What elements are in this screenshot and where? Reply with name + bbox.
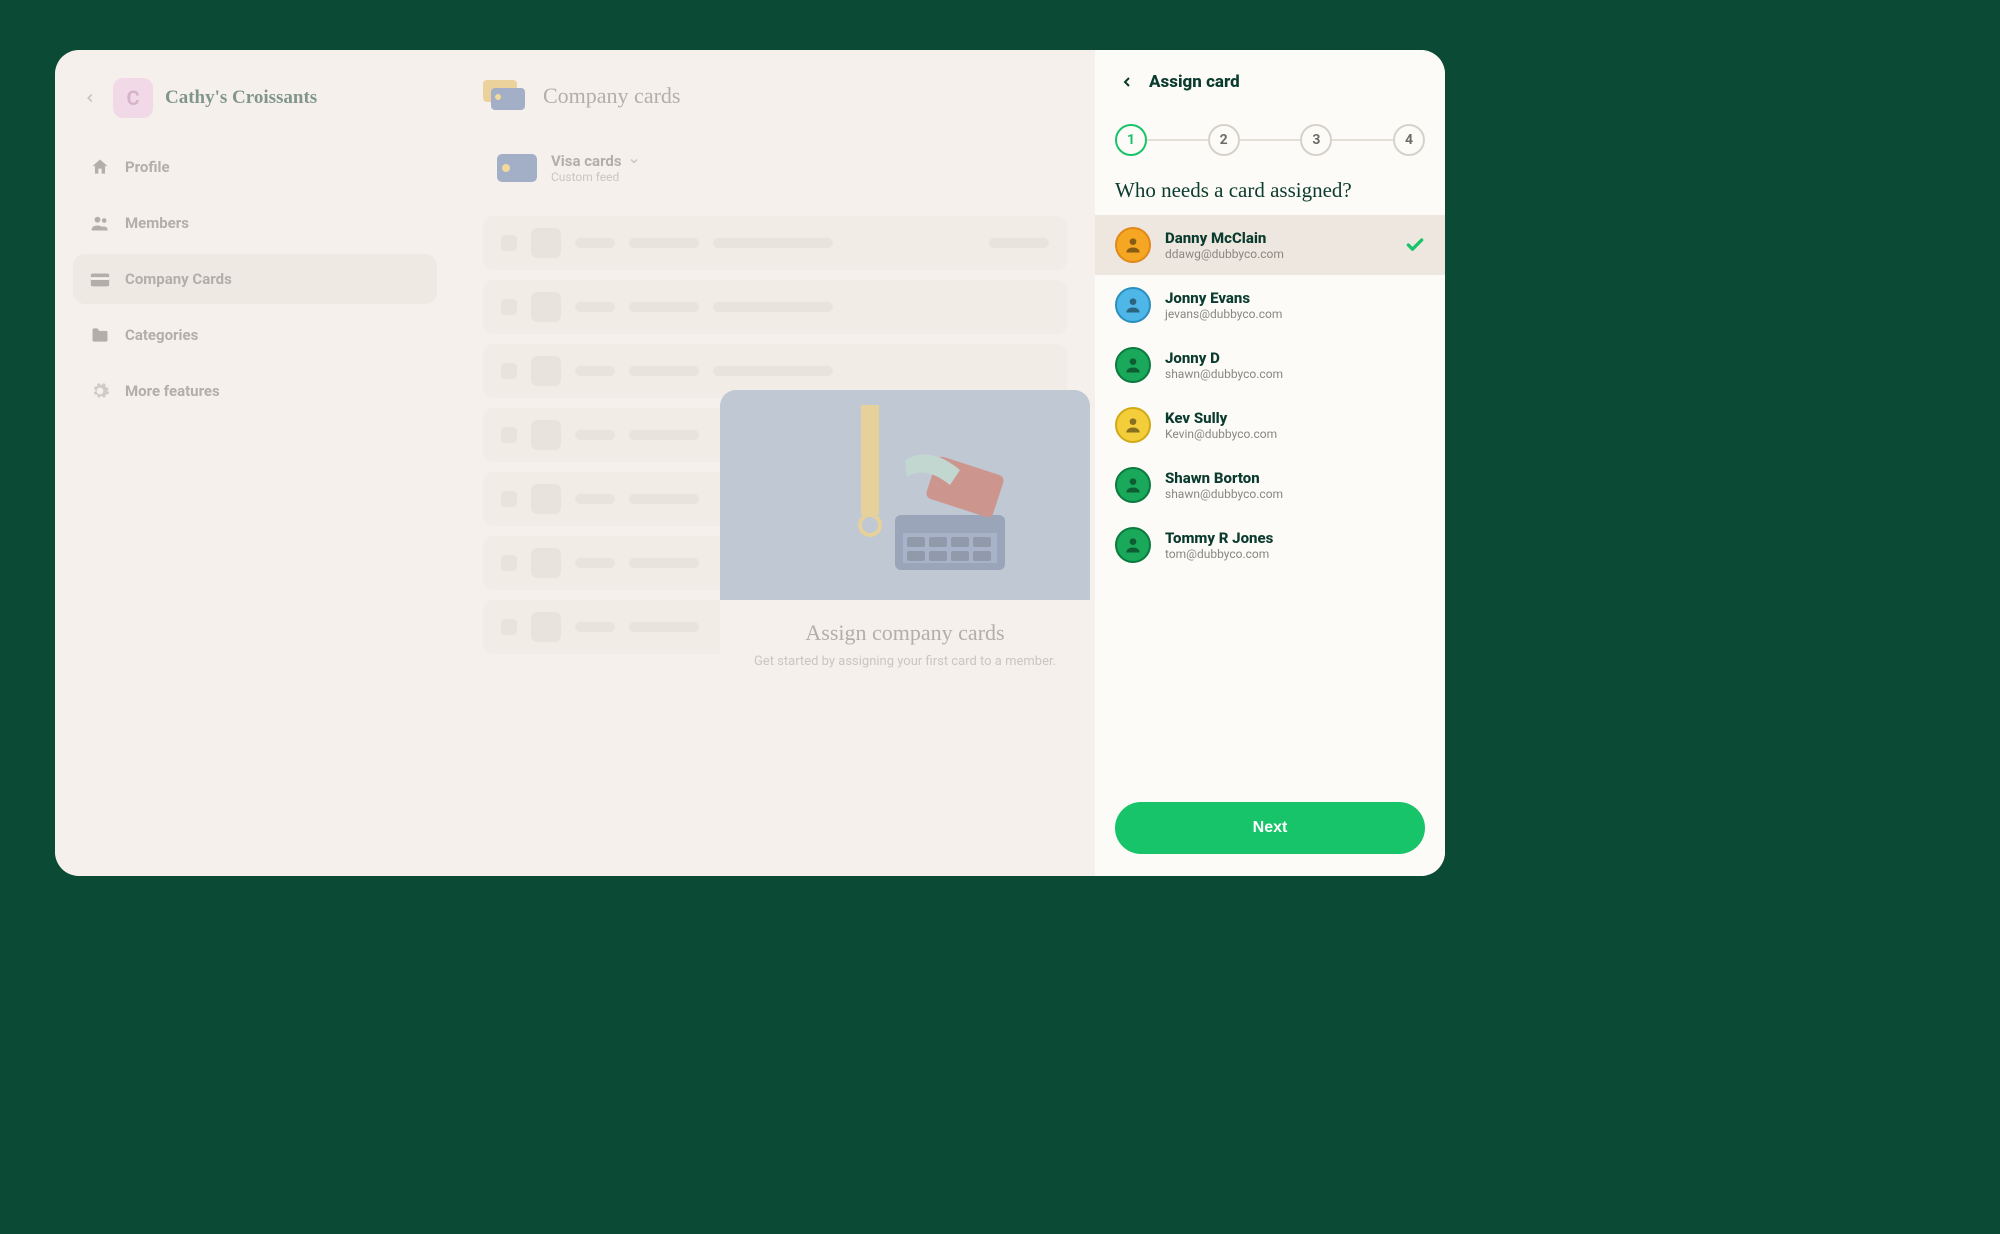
sidebar-item-categories[interactable]: Categories	[73, 310, 437, 360]
promo-card: Assign company cards Get started by assi…	[720, 390, 1090, 689]
sidebar-item-label: Members	[125, 214, 189, 232]
member-email: Kevin@dubbyco.com	[1165, 427, 1425, 441]
member-list: Danny McClainddawg@dubbyco.comJonny Evan…	[1095, 215, 1445, 575]
member-row[interactable]: Kev SullyKevin@dubbyco.com	[1095, 395, 1445, 455]
member-avatar	[1115, 467, 1151, 503]
step-1: 1	[1115, 124, 1147, 156]
member-avatar	[1115, 287, 1151, 323]
member-avatar	[1115, 527, 1151, 563]
promo-illustration	[720, 390, 1090, 600]
member-email: ddawg@dubbyco.com	[1165, 247, 1391, 261]
member-name: Tommy R Jones	[1165, 529, 1425, 547]
promo-subtitle: Get started by assigning your first card…	[720, 654, 1090, 689]
step-3: 3	[1300, 124, 1332, 156]
member-name: Shawn Borton	[1165, 469, 1425, 487]
step-connector	[1240, 139, 1301, 141]
sidebar-item-members[interactable]: Members	[73, 198, 437, 248]
back-button[interactable]	[1115, 70, 1139, 94]
panel-header: Assign card	[1095, 50, 1445, 102]
step-2: 2	[1208, 124, 1240, 156]
assign-card-panel: Assign card 1 2 3 4 Who needs a card assign…	[1095, 50, 1445, 876]
member-email: jevans@dubbyco.com	[1165, 307, 1425, 321]
member-row[interactable]: Shawn Bortonshawn@dubbyco.com	[1095, 455, 1445, 515]
table-row	[483, 280, 1067, 334]
panel-question: Who needs a card assigned?	[1095, 162, 1445, 215]
company-cards-icon	[483, 74, 527, 118]
feed-name: Visa cards	[551, 152, 640, 170]
member-avatar	[1115, 227, 1151, 263]
sidebar: C Cathy's Croissants Profile Members Com…	[55, 50, 455, 876]
home-icon	[89, 156, 111, 178]
sidebar-item-more-features[interactable]: More features	[73, 366, 437, 416]
promo-title: Assign company cards	[720, 600, 1090, 654]
member-name: Jonny Evans	[1165, 289, 1425, 307]
member-email: shawn@dubbyco.com	[1165, 367, 1425, 381]
check-icon	[1405, 235, 1425, 255]
member-name: Jonny D	[1165, 349, 1425, 367]
workspace-avatar: C	[113, 78, 153, 118]
step-4: 4	[1393, 124, 1425, 156]
sidebar-header: C Cathy's Croissants	[73, 74, 437, 136]
sidebar-item-label: Profile	[125, 158, 170, 176]
sidebar-item-label: More features	[125, 382, 220, 400]
back-icon[interactable]	[79, 87, 101, 109]
gear-icon	[89, 380, 111, 402]
stepper: 1 2 3 4	[1095, 102, 1445, 162]
step-connector	[1147, 139, 1208, 141]
chevron-down-icon	[628, 155, 640, 167]
member-row[interactable]: Jonny Dshawn@dubbyco.com	[1095, 335, 1445, 395]
sidebar-item-label: Categories	[125, 326, 198, 344]
workspace-name: Cathy's Croissants	[165, 87, 317, 109]
step-connector	[1332, 139, 1393, 141]
member-row[interactable]: Jonny Evansjevans@dubbyco.com	[1095, 275, 1445, 335]
next-button[interactable]: Next	[1115, 802, 1425, 854]
panel-title: Assign card	[1149, 72, 1240, 92]
member-row[interactable]: Danny McClainddawg@dubbyco.com	[1095, 215, 1445, 275]
app-window: C Cathy's Croissants Profile Members Com…	[55, 50, 1445, 876]
feed-selector[interactable]: Visa cards Custom feed	[483, 142, 1067, 194]
member-avatar	[1115, 347, 1151, 383]
page-header: Company cards	[483, 74, 1067, 136]
sidebar-item-profile[interactable]: Profile	[73, 142, 437, 192]
card-icon	[89, 268, 111, 290]
page-title: Company cards	[543, 83, 680, 109]
table-row	[483, 216, 1067, 270]
member-email: shawn@dubbyco.com	[1165, 487, 1425, 501]
member-name: Danny McClain	[1165, 229, 1391, 247]
members-icon	[89, 212, 111, 234]
sidebar-item-label: Company Cards	[125, 270, 232, 288]
member-name: Kev Sully	[1165, 409, 1425, 427]
member-avatar	[1115, 407, 1151, 443]
sidebar-item-company-cards[interactable]: Company Cards	[73, 254, 437, 304]
member-row[interactable]: Tommy R Jonestom@dubbyco.com	[1095, 515, 1445, 575]
folder-icon	[89, 324, 111, 346]
card-icon	[497, 154, 537, 182]
member-email: tom@dubbyco.com	[1165, 547, 1425, 561]
feed-subtitle: Custom feed	[551, 170, 640, 184]
